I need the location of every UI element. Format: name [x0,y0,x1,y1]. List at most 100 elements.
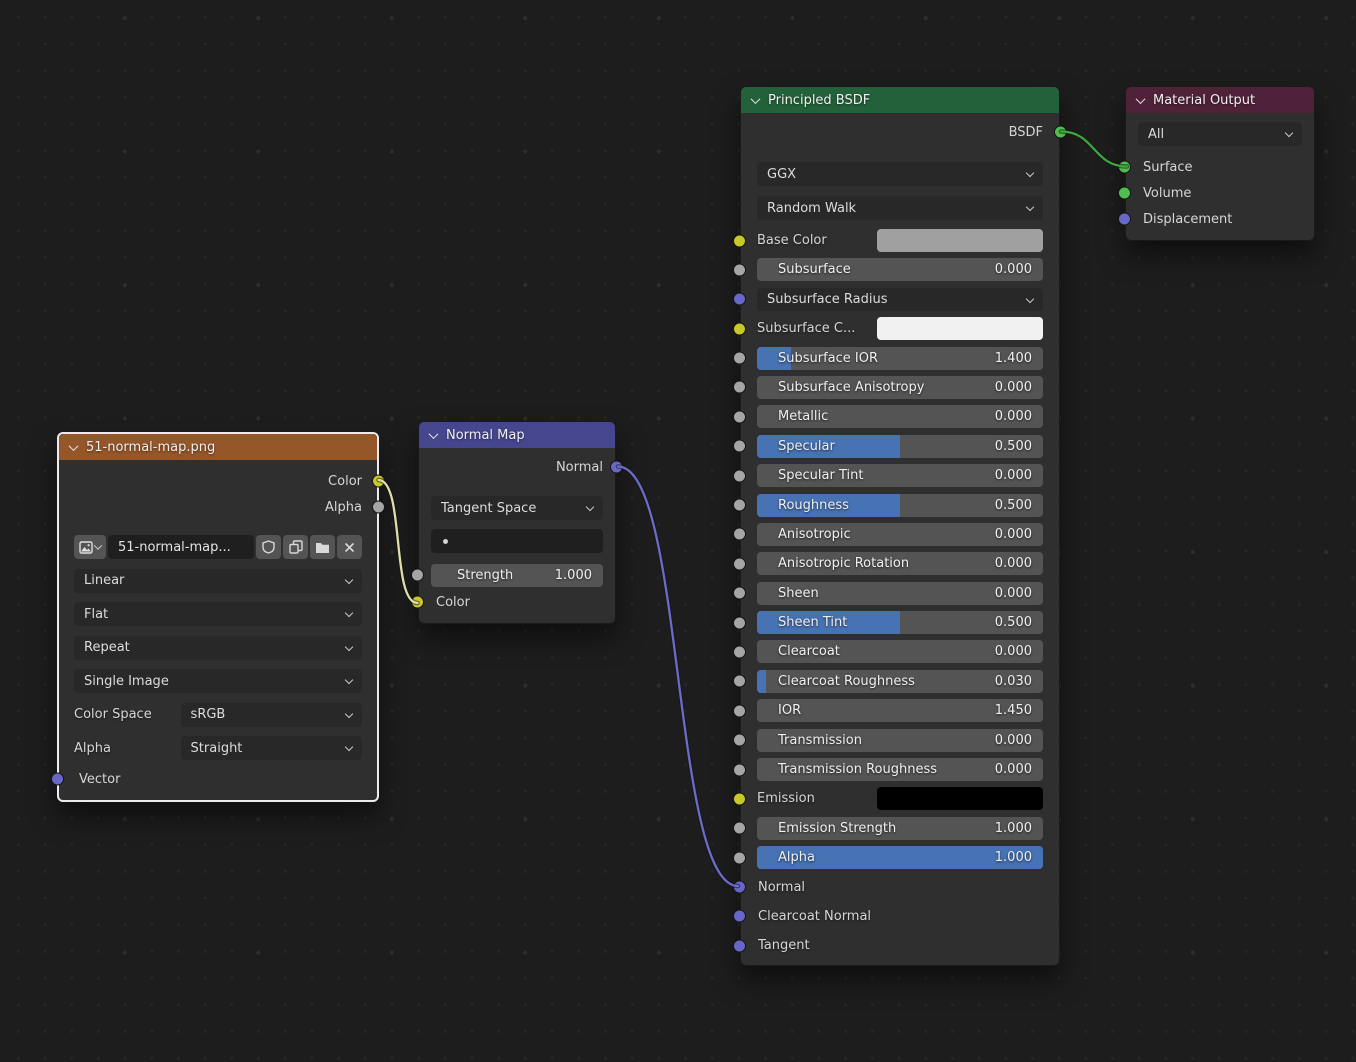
bsdf-roughness-socket[interactable] [733,499,746,512]
new-image-button[interactable] [283,535,308,559]
node-material-output[interactable]: Material Output All SurfaceVolumeDisplac… [1125,86,1315,241]
bsdf-anisotropic-rotation-socket[interactable] [733,557,746,570]
bsdf-alpha-slider[interactable]: Alpha1.000 [757,846,1043,869]
image-texture-vector-socket[interactable] [51,773,64,786]
subsurface-method-dropdown[interactable]: Random Walk [757,196,1043,220]
bsdf-specular-tint-socket[interactable] [733,469,746,482]
strength-input-socket[interactable] [411,569,424,582]
image-texture-title: 51-normal-map.png [86,440,215,455]
bsdf-roughness-slider[interactable]: Roughness0.500 [757,494,1043,517]
bsdf-subsurface-ior-label: Subsurface IOR [778,351,878,366]
material-output-surface-socket[interactable] [1118,161,1131,174]
bsdf-subsurface-socket[interactable] [733,263,746,276]
bsdf-subsurface-anisotropy-slider[interactable]: Subsurface Anisotropy0.000 [757,376,1043,399]
bsdf-specular-slider[interactable]: Specular0.500 [757,435,1043,458]
texture-dropdown-flat[interactable]: Flat [74,602,362,626]
node-image-texture[interactable]: 51-normal-map.png ColorAlpha 51-normal-m… [57,432,379,802]
bsdf-emission-strength-socket[interactable] [733,822,746,835]
material-output-volume-socket[interactable] [1118,187,1131,200]
bsdf-alpha-socket[interactable] [733,851,746,864]
color-space-dropdown[interactable]: sRGB [181,703,362,727]
node-principled-bsdf[interactable]: Principled BSDF BSDF GGX Random Walk Bas… [740,86,1060,966]
strength-slider[interactable]: Strength 1.000 [431,564,603,587]
wire-shadow-bsdf-output-to-material-surface [1061,132,1127,167]
bsdf-subsurface-ior-slider[interactable]: Subsurface IOR1.400 [757,347,1043,370]
distribution-dropdown[interactable]: GGX [757,162,1043,186]
normal-map-color-socket[interactable] [411,596,424,609]
image-name-field[interactable]: 51-normal-map... [108,535,254,559]
bsdf-sheen-slider[interactable]: Sheen0.000 [757,582,1043,605]
wire-image-texture-color-to-normal-map-color[interactable] [379,480,418,603]
bsdf-ior-slider[interactable]: IOR1.450 [757,699,1043,722]
bsdf-clearcoat-slider[interactable]: Clearcoat0.000 [757,640,1043,663]
alpha-dropdown[interactable]: Straight [181,736,362,760]
bsdf-anisotropic-socket[interactable] [733,528,746,541]
bsdf-subsurface-slider[interactable]: Subsurface0.000 [757,258,1043,281]
principled-bsdf-header[interactable]: Principled BSDF [741,87,1059,113]
output-target-dropdown[interactable]: All [1138,122,1302,146]
bsdf-sheen-tint-slider[interactable]: Sheen Tint0.500 [757,611,1043,634]
image-datablock-button[interactable] [74,535,106,559]
bsdf-ior-socket[interactable] [733,704,746,717]
texture-dropdown-repeat[interactable]: Repeat [74,636,362,660]
collapse-chevron-icon[interactable] [429,429,439,439]
bsdf-specular-tint-slider[interactable]: Specular Tint0.000 [757,464,1043,487]
bsdf-clearcoat-socket[interactable] [733,645,746,658]
bsdf-output-socket[interactable] [1054,126,1067,139]
bsdf-emission-socket[interactable] [733,792,746,805]
uv-map-field[interactable] [431,529,603,553]
bsdf-row-roughness: Roughness0.500 [757,494,1043,517]
bsdf-transmission-socket[interactable] [733,734,746,747]
image-texture-header[interactable]: 51-normal-map.png [59,434,377,460]
normal-map-header[interactable]: Normal Map [419,422,615,448]
normal-map-space-dropdown[interactable]: Tangent Space [431,496,603,520]
bsdf-sheen-label: Sheen [778,586,819,601]
collapse-chevron-icon[interactable] [69,441,79,451]
bsdf-subsurface-ior-socket[interactable] [733,352,746,365]
collapse-chevron-icon[interactable] [751,94,761,104]
subsurface-method-value: Random Walk [767,201,856,216]
image-texture-color-socket[interactable] [372,475,385,488]
wire-normal-map-normal-to-bsdf-normal[interactable] [618,467,738,887]
bsdf-transmission-slider[interactable]: Transmission0.000 [757,729,1043,752]
fake-user-button[interactable] [256,535,281,559]
open-image-button[interactable] [310,535,335,559]
image-texture-alpha-socket[interactable] [372,501,385,514]
bsdf-sheen-tint-socket[interactable] [733,616,746,629]
shader-node-editor-canvas[interactable]: 51-normal-map.png ColorAlpha 51-normal-m… [0,0,1356,1062]
collapse-chevron-icon[interactable] [1136,94,1146,104]
material-output-header[interactable]: Material Output [1126,87,1314,113]
bsdf-subsurface-c-color-swatch[interactable] [877,317,1043,340]
bsdf-normal-socket[interactable] [733,881,746,894]
bsdf-base-color-socket[interactable] [733,234,746,247]
bsdf-metallic-socket[interactable] [733,410,746,423]
bsdf-transmission-roughness-socket[interactable] [733,763,746,776]
bsdf-metallic-slider[interactable]: Metallic0.000 [757,405,1043,428]
bsdf-tangent-socket[interactable] [733,939,746,952]
texture-dropdown-single-image[interactable]: Single Image [74,669,362,693]
color-space-label: Color Space [74,707,181,722]
bsdf-emission-strength-slider[interactable]: Emission Strength1.000 [757,817,1043,840]
bsdf-sheen-socket[interactable] [733,587,746,600]
material-output-displacement-socket[interactable] [1118,213,1131,226]
bsdf-specular-tint-label: Specular Tint [778,468,863,483]
bsdf-transmission-roughness-slider[interactable]: Transmission Roughness0.000 [757,758,1043,781]
normal-map-normal-socket[interactable] [610,461,623,474]
bsdf-clearcoat-roughness-socket[interactable] [733,675,746,688]
bsdf-subsurface-anisotropy-socket[interactable] [733,381,746,394]
bsdf-clearcoat-normal-socket[interactable] [733,910,746,923]
wire-bsdf-output-to-material-surface[interactable] [1061,132,1127,167]
dropdown-value: Straight [191,741,243,756]
bsdf-clearcoat-roughness-slider[interactable]: Clearcoat Roughness0.030 [757,670,1043,693]
bsdf-subsurface-c-socket[interactable] [733,322,746,335]
bsdf-emission-color-swatch[interactable] [877,787,1043,810]
bsdf-subsurface-radius-socket[interactable] [733,293,746,306]
texture-dropdown-linear[interactable]: Linear [74,569,362,593]
bsdf-subsurface-radius-dropdown[interactable]: Subsurface Radius [757,288,1043,311]
bsdf-anisotropic-rotation-slider[interactable]: Anisotropic Rotation0.000 [757,552,1043,575]
node-normal-map[interactable]: Normal Map Normal Tangent Space Strength… [418,421,616,624]
bsdf-anisotropic-slider[interactable]: Anisotropic0.000 [757,523,1043,546]
bsdf-base-color-color-swatch[interactable] [877,229,1043,252]
bsdf-specular-socket[interactable] [733,440,746,453]
unlink-image-button[interactable] [337,535,362,559]
